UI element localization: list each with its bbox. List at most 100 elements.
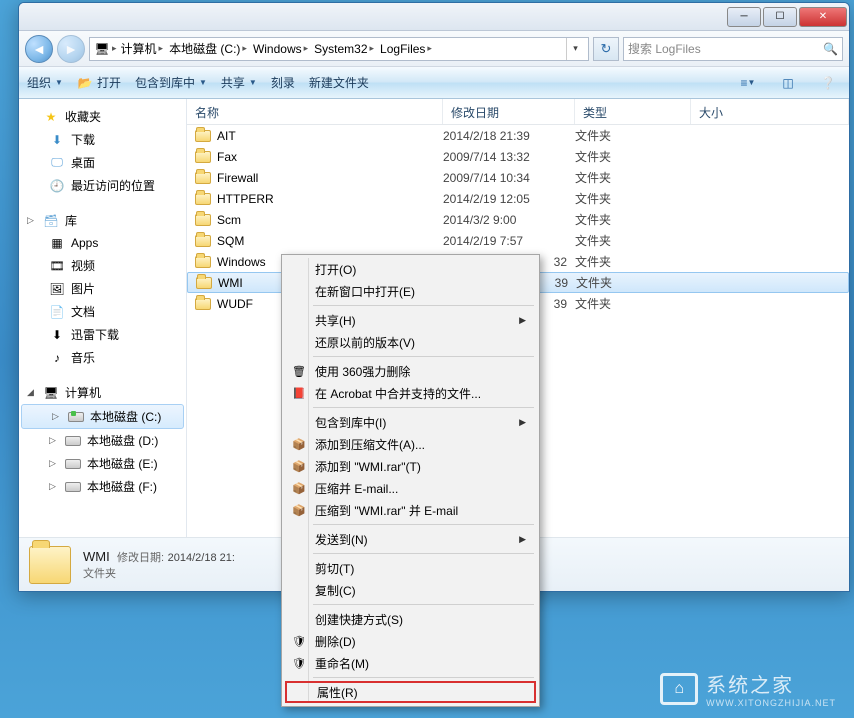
preview-pane-button[interactable]: ◫ (775, 72, 801, 94)
col-size[interactable]: 大小 (691, 99, 849, 124)
menu-item-label: 创建快捷方式(S) (315, 611, 403, 628)
breadcrumb-item[interactable]: LogFiles▸ (378, 42, 434, 56)
maximize-button[interactable]: ☐ (763, 7, 797, 27)
menu-item-label: 在新窗口中打开(E) (315, 283, 415, 300)
menu-item-label: 剪切(T) (315, 560, 354, 577)
context-menu-item[interactable]: 🛡删除(D) (285, 630, 536, 652)
col-name[interactable]: 名称 (187, 99, 443, 124)
folder-icon (195, 235, 211, 247)
details-date-value: 2014/2/18 21: (168, 552, 235, 564)
breadcrumb[interactable]: 🖥 ▸ 计算机▸ 本地磁盘 (C:)▸ Windows▸ System32▸ L… (89, 37, 589, 61)
file-name: WMI (218, 276, 243, 290)
breadcrumb-item[interactable]: 计算机▸ (119, 40, 166, 57)
file-date: 2009/7/14 13:32 (443, 150, 575, 164)
folder-icon (195, 151, 211, 163)
file-date: 2014/2/19 12:05 (443, 192, 575, 206)
context-menu-item[interactable]: 还原以前的版本(V) (285, 331, 536, 353)
drive-icon (65, 459, 81, 469)
details-name: WMI (83, 549, 110, 564)
context-menu-item[interactable]: 创建快捷方式(S) (285, 608, 536, 630)
table-row[interactable]: Firewall2009/7/14 10:34文件夹 (187, 167, 849, 188)
recent-icon: 🕘 (49, 178, 65, 194)
context-menu-item[interactable]: 剪切(T) (285, 557, 536, 579)
sidebar-item-apps[interactable]: ▦Apps (19, 232, 186, 254)
include-button[interactable]: 包含到库中▼ (135, 74, 207, 91)
drive-icon (65, 482, 81, 492)
context-menu-item[interactable]: 🗑 使用 360强力删除 (285, 360, 536, 382)
nav-back-button[interactable]: ◄ (25, 35, 53, 63)
refresh-button[interactable]: ↻ (593, 37, 619, 61)
context-menu-item[interactable]: 包含到库中(I)▶ (285, 411, 536, 433)
context-menu-item[interactable]: 发送到(N)▶ (285, 528, 536, 550)
context-menu-item[interactable]: 共享(H)▶ (285, 309, 536, 331)
view-button[interactable]: ≡ ▼ (735, 72, 761, 94)
col-type[interactable]: 类型 (575, 99, 691, 124)
table-row[interactable]: Scm2014/3/2 9:00文件夹 (187, 209, 849, 230)
breadcrumb-item[interactable]: System32▸ (312, 42, 376, 56)
context-menu-item[interactable]: 在新窗口中打开(E) (285, 280, 536, 302)
organize-button[interactable]: 组织▼ (27, 74, 63, 91)
context-menu-item[interactable]: 属性(R) (285, 681, 536, 703)
burn-button[interactable]: 刻录 (271, 74, 295, 91)
col-date[interactable]: 修改日期 (443, 99, 575, 124)
open-icon: 📂 (77, 75, 93, 91)
sidebar-item-documents[interactable]: 📄文档 (19, 300, 186, 323)
nav-forward-button[interactable]: ► (57, 35, 85, 63)
computer-icon: 🖥 (43, 385, 59, 401)
menu-item-label: 添加到压缩文件(A)... (315, 436, 425, 453)
table-row[interactable]: HTTPERR2014/2/19 12:05文件夹 (187, 188, 849, 209)
sidebar-item-xunlei[interactable]: ⬇迅雷下载 (19, 323, 186, 346)
sidebar-computer[interactable]: ◢🖥计算机 (19, 381, 186, 404)
computer-icon: 🖥 (94, 41, 110, 57)
sidebar-libraries[interactable]: ▷🗃库 (19, 209, 186, 232)
context-menu-item[interactable]: 📕在 Acrobat 中合并支持的文件... (285, 382, 536, 404)
menu-item-label: 共享(H) (315, 312, 356, 329)
open-button[interactable]: 📂打开 (77, 74, 121, 91)
sidebar-item-drive-d[interactable]: ▷本地磁盘 (D:) (19, 429, 186, 452)
table-row[interactable]: AIT2014/2/18 21:39文件夹 (187, 125, 849, 146)
context-menu: 打开(O) 在新窗口中打开(E) 共享(H)▶ 还原以前的版本(V) 🗑 使用 360强力… (281, 254, 540, 707)
file-type: 文件夹 (575, 169, 691, 186)
menu-item-label: 复制(C) (315, 582, 356, 599)
breadcrumb-dropdown[interactable]: ▾ (566, 38, 584, 60)
context-menu-item[interactable]: 📦压缩到 "WMI.rar" 并 E-mail (285, 499, 536, 521)
table-row[interactable]: Fax2009/7/14 13:32文件夹 (187, 146, 849, 167)
context-menu-item[interactable]: 复制(C) (285, 579, 536, 601)
menu-item-label: 还原以前的版本(V) (315, 334, 415, 351)
table-row[interactable]: SQM2014/2/19 7:57文件夹 (187, 230, 849, 251)
sidebar-item-drive-f[interactable]: ▷本地磁盘 (F:) (19, 475, 186, 498)
sidebar-item-downloads[interactable]: ⬇下载 (19, 128, 186, 151)
trash-icon: 🗑 (291, 363, 307, 379)
share-button[interactable]: 共享▼ (221, 74, 257, 91)
file-name: HTTPERR (217, 192, 274, 206)
context-menu-item[interactable]: 📦压缩并 E-mail... (285, 477, 536, 499)
details-date-label: 修改日期: (117, 552, 164, 564)
context-menu-item[interactable]: 打开(O) (285, 258, 536, 280)
breadcrumb-item[interactable]: Windows▸ (251, 42, 310, 56)
close-button[interactable]: ✕ (799, 7, 847, 27)
sidebar-item-pictures[interactable]: 🖼图片 (19, 277, 186, 300)
shield-icon: 🛡 (291, 633, 307, 649)
sidebar-item-music[interactable]: ♪音乐 (19, 346, 186, 369)
rar-icon: 📦 (291, 480, 307, 496)
menu-item-label: 使用 360强力删除 (315, 363, 410, 380)
file-name: Firewall (217, 171, 258, 185)
column-headers: 名称 修改日期 类型 大小 (187, 99, 849, 125)
context-menu-item[interactable]: 📦添加到压缩文件(A)... (285, 433, 536, 455)
help-button[interactable]: ❔ (815, 72, 841, 94)
folder-icon (195, 256, 211, 268)
breadcrumb-item[interactable]: 本地磁盘 (C:)▸ (167, 40, 249, 57)
sidebar-favorites[interactable]: ★收藏夹 (19, 105, 186, 128)
minimize-button[interactable]: ─ (727, 7, 761, 27)
context-menu-item[interactable]: 🛡重命名(M) (285, 652, 536, 674)
file-name: WUDF (217, 297, 253, 311)
context-menu-item[interactable]: 📦添加到 "WMI.rar"(T) (285, 455, 536, 477)
sidebar-item-video[interactable]: 🎞视频 (19, 254, 186, 277)
sidebar-item-drive-c[interactable]: ▷本地磁盘 (C:) (21, 404, 184, 429)
sidebar-item-drive-e[interactable]: ▷本地磁盘 (E:) (19, 452, 186, 475)
search-input[interactable]: 搜索 LogFiles 🔍 (623, 37, 843, 61)
newfolder-button[interactable]: 新建文件夹 (309, 74, 369, 91)
sidebar-item-recent[interactable]: 🕘最近访问的位置 (19, 174, 186, 197)
menu-item-label: 打开(O) (315, 261, 356, 278)
sidebar-item-desktop[interactable]: 🖵桌面 (19, 151, 186, 174)
